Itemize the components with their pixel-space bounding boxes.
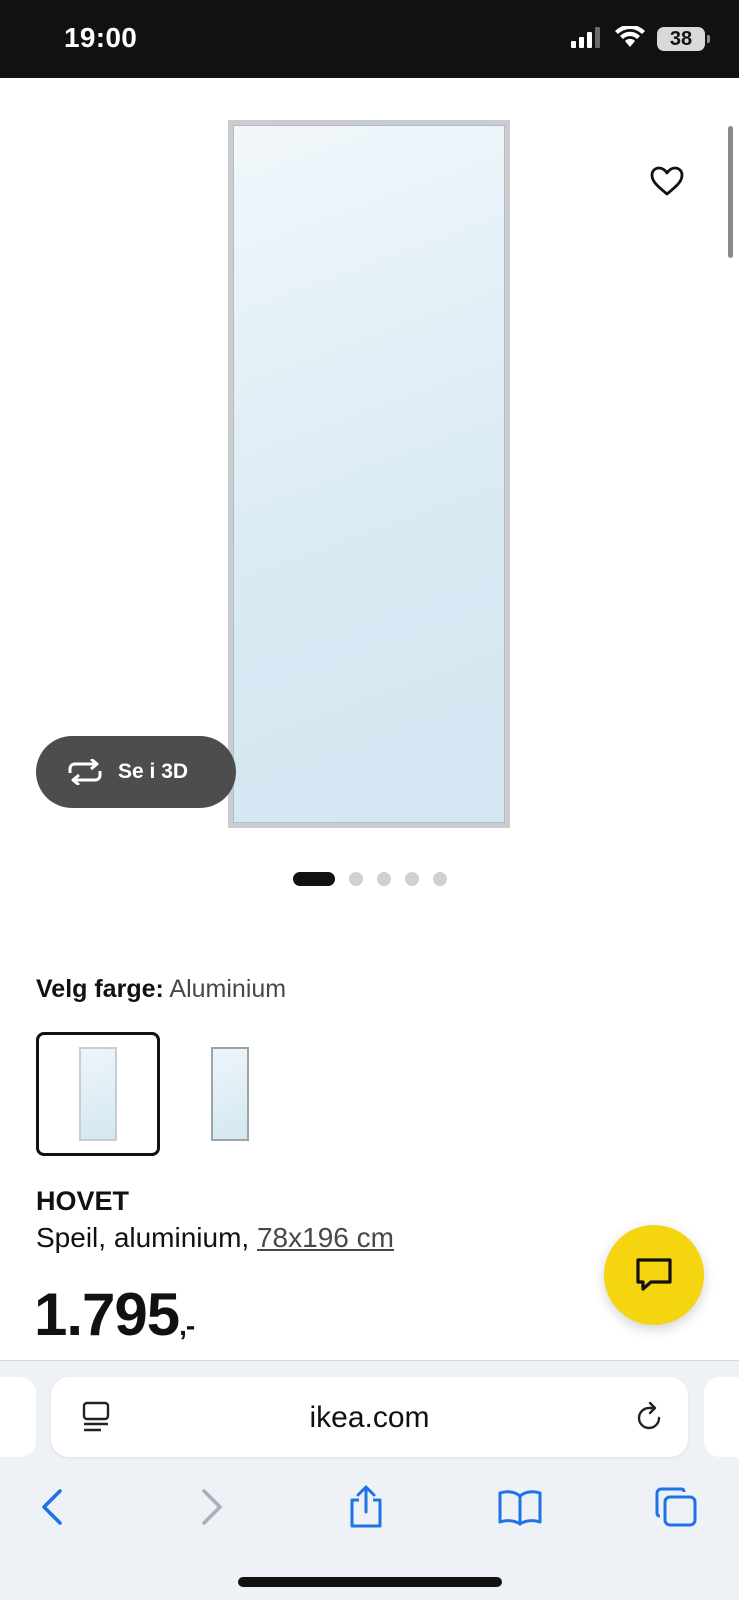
color-selected-value: Aluminium [169, 975, 287, 1003]
wifi-icon [615, 24, 645, 52]
pager-dot-active[interactable] [292, 872, 335, 886]
price-suffix: ,- [179, 1310, 195, 1341]
product-price: 1.795,- [34, 1280, 195, 1349]
view-3d-label: Se i 3D [118, 760, 189, 783]
product-description-text: Speil, aluminium, [36, 1222, 257, 1253]
tabs-icon [655, 1487, 697, 1527]
pager-dot[interactable] [404, 872, 419, 886]
image-pager[interactable] [0, 870, 739, 888]
swatch-thumbnail [79, 1047, 117, 1141]
product-description: Speil, aluminium, 78x196 cm [36, 1222, 394, 1254]
back-button[interactable] [24, 1479, 80, 1535]
share-icon [350, 1485, 382, 1528]
previous-tab-preview[interactable] [0, 1377, 36, 1457]
favourite-button[interactable] [636, 150, 698, 212]
url-text[interactable]: ikea.com [51, 1401, 688, 1435]
pager-dot[interactable] [348, 872, 363, 886]
rotate-3d-icon [68, 759, 102, 785]
next-tab-preview[interactable] [704, 1377, 739, 1457]
product-image[interactable] [228, 120, 510, 828]
color-label-title: Velg farge: [36, 975, 164, 1003]
chat-icon [636, 1258, 672, 1291]
status-time: 19:00 [64, 22, 138, 53]
bookmarks-icon [498, 1490, 542, 1526]
product-size-link[interactable]: 78x196 cm [257, 1222, 394, 1253]
reload-icon[interactable] [634, 1401, 664, 1437]
color-swatch-alternative[interactable] [168, 1032, 292, 1156]
pager-dot[interactable] [376, 872, 391, 886]
product-image-gallery[interactable]: Se i 3D [0, 78, 739, 868]
home-indicator[interactable] [238, 1577, 502, 1587]
view-3d-button[interactable]: Se i 3D [36, 736, 236, 808]
forward-button[interactable] [184, 1479, 240, 1535]
tabs-button[interactable] [648, 1479, 704, 1535]
share-button[interactable] [338, 1479, 394, 1535]
swatch-thumbnail [211, 1047, 249, 1141]
bookmarks-button[interactable] [492, 1479, 548, 1535]
scrollbar[interactable] [728, 126, 733, 258]
back-icon [42, 1489, 62, 1525]
color-swatch-aluminium[interactable] [36, 1032, 160, 1156]
cellular-signal-icon [571, 26, 603, 52]
status-icons: 38 [571, 24, 710, 52]
color-selection-label: Velg farge: Aluminium [36, 975, 286, 1004]
forward-icon [202, 1489, 222, 1525]
address-bar[interactable]: ikea.com [51, 1377, 688, 1457]
battery-icon: 38 [657, 27, 710, 51]
status-bar: 19:00 38 [0, 0, 739, 78]
heart-icon [650, 166, 684, 196]
pager-dot[interactable] [432, 872, 447, 886]
price-value: 1.795 [34, 1281, 180, 1348]
browser-chrome: ikea.com [0, 1360, 739, 1600]
chat-button[interactable] [604, 1225, 704, 1325]
product-name: HOVET [36, 1186, 130, 1216]
